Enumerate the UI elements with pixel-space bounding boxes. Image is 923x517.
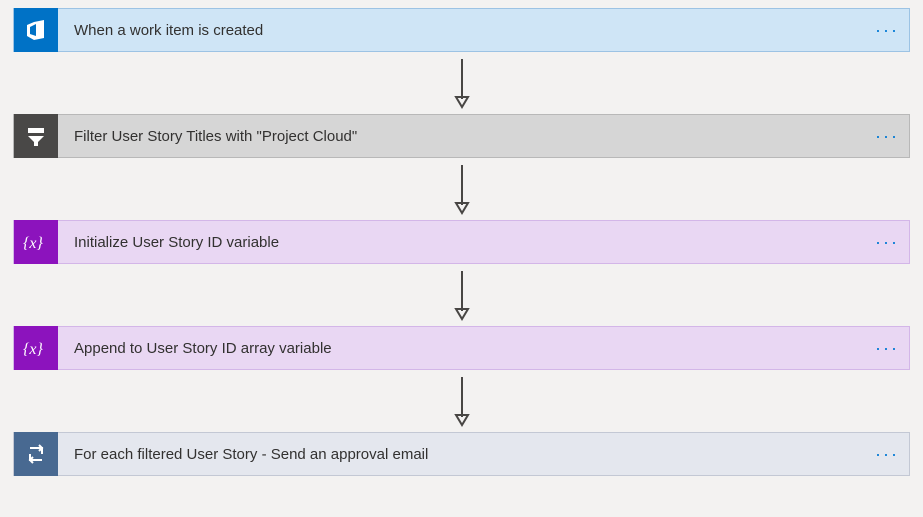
filter-array-icon (14, 114, 58, 158)
flow-arrow (452, 158, 472, 220)
flow-step-init-variable[interactable]: {x} Initialize User Story ID variable ··… (13, 220, 910, 264)
flow-step-trigger[interactable]: When a work item is created ··· (13, 8, 910, 52)
step-title: Append to User Story ID array variable (58, 340, 865, 357)
step-title: Initialize User Story ID variable (58, 234, 865, 251)
svg-text:{x}: {x} (23, 341, 44, 357)
flow-arrow (452, 264, 472, 326)
variable-icon: {x} (14, 220, 58, 264)
azure-devops-icon (14, 8, 58, 52)
flow-step-filter[interactable]: Filter User Story Titles with "Project C… (13, 114, 910, 158)
more-menu-icon[interactable]: ··· (865, 338, 909, 359)
svg-text:{x}: {x} (23, 235, 44, 251)
more-menu-icon[interactable]: ··· (865, 126, 909, 147)
loop-icon (14, 432, 58, 476)
variable-icon: {x} (14, 326, 58, 370)
flow-step-foreach[interactable]: For each filtered User Story - Send an a… (13, 432, 910, 476)
step-title: For each filtered User Story - Send an a… (58, 446, 865, 463)
flow-arrow (452, 52, 472, 114)
step-title: When a work item is created (58, 22, 865, 39)
more-menu-icon[interactable]: ··· (865, 20, 909, 41)
flow-step-append-variable[interactable]: {x} Append to User Story ID array variab… (13, 326, 910, 370)
step-title: Filter User Story Titles with "Project C… (58, 128, 865, 145)
flow-arrow (452, 370, 472, 432)
more-menu-icon[interactable]: ··· (865, 232, 909, 253)
more-menu-icon[interactable]: ··· (865, 444, 909, 465)
